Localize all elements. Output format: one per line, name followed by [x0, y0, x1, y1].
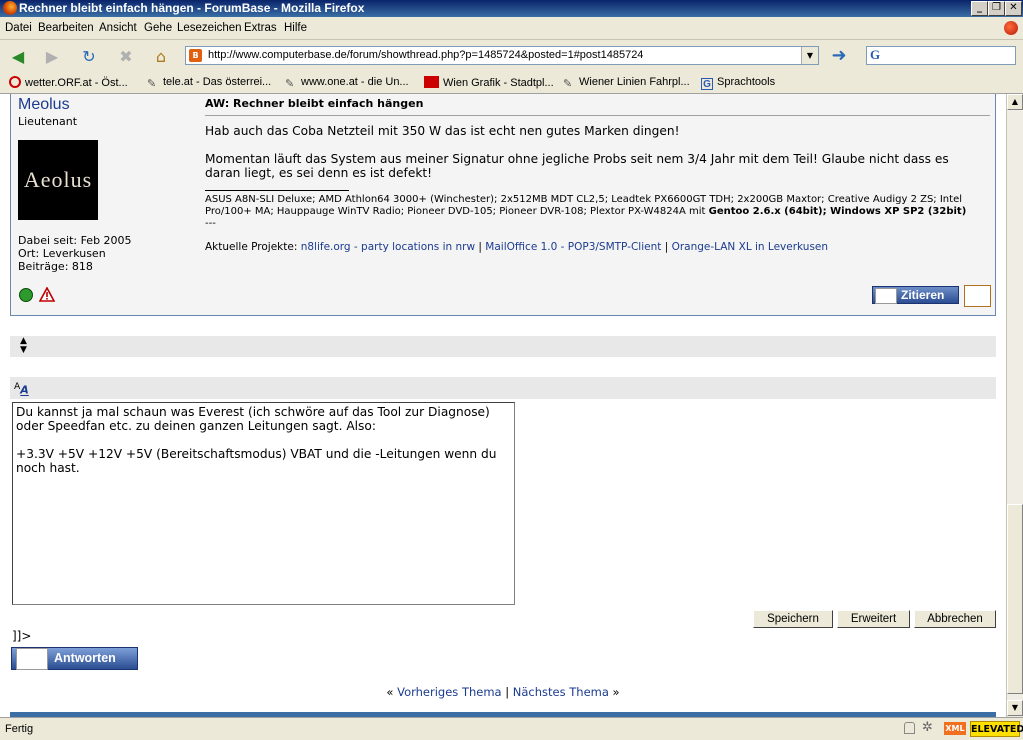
restore-button[interactable]: ❐	[988, 1, 1005, 16]
project-link-n8life[interactable]: n8life.org - party locations in nrw	[301, 241, 475, 253]
site-favicon: B	[189, 49, 202, 62]
signature-divider	[205, 190, 349, 191]
bookmark-icon: ✎	[285, 78, 295, 90]
bookmark-wien-grafik[interactable]: Wien Grafik - Stadtpl...	[424, 76, 554, 89]
google-search-icon[interactable]: G	[870, 47, 880, 63]
menu-lesezeichen[interactable]: Lesezeichen	[177, 22, 242, 34]
user-location: Ort: Leverkusen	[18, 247, 106, 260]
bookmark-wiener-linien[interactable]: ✎ Wiener Linien Fahrpl...	[563, 76, 690, 90]
post-body: AW: Rechner bleibt einfach hängen Hab au…	[199, 94, 995, 314]
project-link-mailoffice[interactable]: MailOffice 1.0 - POP3/SMTP-Client	[485, 241, 661, 253]
previous-thread-link[interactable]: Vorheriges Thema	[397, 685, 501, 699]
menu-bearbeiten[interactable]: Bearbeiten	[38, 22, 94, 34]
menu-gehe[interactable]: Gehe	[144, 22, 172, 34]
orf-icon	[9, 76, 21, 88]
post-paragraph-1: Hab auch das Coba Netzteil mit 350 W das…	[205, 124, 680, 138]
home-icon[interactable]: ⌂	[150, 46, 172, 66]
menu-datei[interactable]: Datei	[5, 22, 32, 34]
address-url[interactable]: http://www.computerbase.de/forum/showthr…	[208, 49, 643, 61]
forum-post: Meolus Lieutenant Aeolus Dabei seit: Feb…	[10, 94, 996, 316]
reply-button[interactable]: Antworten	[11, 647, 138, 670]
editor-toolbar	[10, 377, 996, 399]
cancel-button[interactable]: Abbrechen	[914, 610, 996, 628]
quote-icon	[875, 288, 897, 304]
bookmarks-toolbar: wetter.ORF.at - Öst... ✎ tele.at - Das ös…	[0, 72, 1023, 94]
save-button[interactable]: Speichern	[753, 610, 833, 628]
vertical-scrollbar[interactable]: ▲ ▼	[1006, 94, 1023, 717]
google-icon: G	[701, 78, 713, 90]
scroll-down-icon[interactable]: ▼	[1007, 700, 1023, 716]
post-paragraph-2: Momentan läuft das System aus meiner Sig…	[205, 152, 949, 180]
post-title: AW: Rechner bleibt einfach hängen	[205, 97, 424, 110]
back-icon[interactable]: ◀	[7, 46, 29, 66]
navigation-toolbar: ◀ ▶ ↻ ✖ ⌂ B http://www.computerbase.de/f…	[0, 40, 1023, 73]
report-warning-icon[interactable]	[39, 287, 55, 302]
signature-separator: ---	[205, 218, 216, 229]
menu-bar: Datei Bearbeiten Ansicht Gehe Lesezeiche…	[0, 17, 1023, 40]
status-bar: Fertig ✲ XML ELEVATED	[0, 717, 1023, 740]
bookmark-wetter[interactable]: wetter.ORF.at - Öst...	[9, 76, 128, 89]
user-rank: Lieutenant	[18, 115, 78, 128]
user-joined: Dabei seit: Feb 2005	[18, 234, 132, 247]
window-title: Rechner bleibt einfach hängen - ForumBas…	[19, 1, 365, 15]
reload-icon[interactable]: ↻	[78, 46, 100, 66]
forward-icon[interactable]: ▶	[41, 46, 63, 66]
menu-hilfe[interactable]: Hilfe	[284, 22, 307, 34]
lock-icon	[904, 722, 915, 734]
window-titlebar: Rechner bleibt einfach hängen - ForumBas…	[0, 0, 1023, 17]
reply-icon	[16, 648, 48, 670]
settings-icon[interactable]: ✲	[922, 720, 933, 735]
bookmark-sprachtools[interactable]: G Sprachtools	[701, 76, 775, 90]
map-icon	[424, 76, 439, 88]
editor-resize-strip	[10, 336, 996, 357]
search-box[interactable]: G	[866, 46, 1016, 65]
signature-projects: Aktuelle Projekte: n8life.org - party lo…	[205, 241, 829, 253]
stop-icon[interactable]: ✖	[115, 46, 137, 66]
stray-text: ]]>	[12, 629, 32, 643]
bookmark-one[interactable]: ✎ www.one.at - die Un...	[285, 76, 409, 90]
throbber-icon	[1004, 21, 1018, 35]
avatar: Aeolus	[18, 140, 98, 220]
firefox-icon	[3, 1, 17, 15]
close-button[interactable]: ✕	[1005, 1, 1022, 16]
font-size-icon[interactable]: AA	[14, 381, 29, 397]
status-text: Fertig	[5, 723, 34, 735]
xml-feed-icon[interactable]: XML	[944, 722, 966, 735]
reply-text[interactable]: Du kannst ja mal schaun was Everest (ich…	[16, 405, 511, 475]
advanced-button[interactable]: Erweitert	[837, 610, 910, 628]
bookmark-icon: ✎	[147, 78, 157, 90]
signature-bold: Gentoo 2.6.x (64bit); Windows XP SP2 (32…	[708, 206, 967, 217]
resize-arrows-icon[interactable]: ▲ ▼	[20, 337, 27, 355]
bookmark-icon: ✎	[563, 78, 573, 90]
address-dropdown-icon[interactable]: ▼	[801, 47, 818, 64]
scroll-thumb[interactable]	[1007, 504, 1023, 694]
go-icon[interactable]: ➜	[828, 46, 850, 66]
online-status-icon	[19, 288, 33, 302]
menu-extras[interactable]: Extras	[244, 22, 277, 34]
elevated-badge: ELEVATED	[970, 721, 1023, 737]
user-panel: Meolus Lieutenant Aeolus Dabei seit: Feb…	[11, 94, 199, 314]
project-link-orange-lan[interactable]: Orange-LAN XL in Leverkusen	[672, 241, 828, 253]
post-username[interactable]: Meolus	[18, 96, 70, 114]
page-content: Meolus Lieutenant Aeolus Dabei seit: Feb…	[0, 94, 1006, 717]
reply-textarea[interactable]: Du kannst ja mal schaun was Everest (ich…	[12, 402, 515, 605]
menu-ansicht[interactable]: Ansicht	[99, 22, 137, 34]
user-post-count: Beiträge: 818	[18, 260, 93, 273]
quote-button[interactable]: Zitieren	[872, 286, 959, 304]
bookmark-tele[interactable]: ✎ tele.at - Das österrei...	[147, 76, 271, 90]
address-bar[interactable]: B http://www.computerbase.de/forum/showt…	[185, 46, 819, 65]
thread-navigation: « Vorheriges Thema | Nächstes Thema »	[386, 685, 620, 699]
minimize-button[interactable]: _	[971, 1, 988, 16]
title-divider	[205, 115, 990, 116]
edit-post-icon[interactable]	[964, 285, 991, 307]
scroll-up-icon[interactable]: ▲	[1007, 94, 1023, 110]
next-thread-link[interactable]: Nächstes Thema	[513, 685, 609, 699]
signature: ASUS A8N-SLI Deluxe; AMD Athlon64 3000+ …	[205, 194, 991, 230]
